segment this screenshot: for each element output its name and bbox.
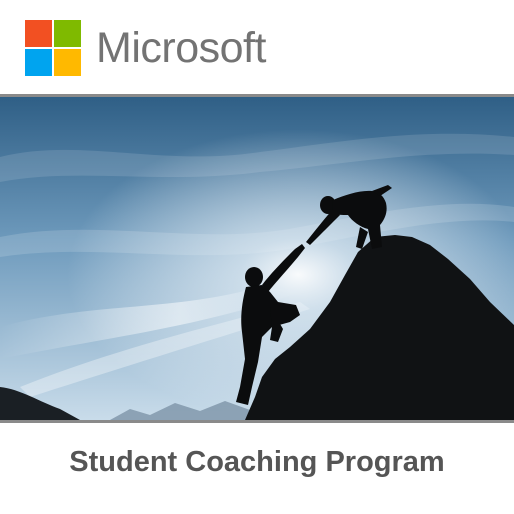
logo-square-red	[25, 20, 52, 47]
microsoft-logo-icon	[25, 20, 81, 76]
brand-header: Microsoft	[0, 0, 514, 94]
helping-hand-climbing-icon	[0, 97, 514, 420]
program-title: Student Coaching Program	[69, 446, 445, 478]
logo-square-yellow	[54, 49, 81, 76]
coaching-program-card: Microsoft Student Coaching Program	[0, 0, 514, 514]
logo-square-green	[54, 20, 81, 47]
hero-image	[0, 97, 514, 420]
bottom-divider	[0, 420, 514, 423]
logo-square-blue	[25, 49, 52, 76]
brand-wordmark: Microsoft	[96, 24, 266, 72]
